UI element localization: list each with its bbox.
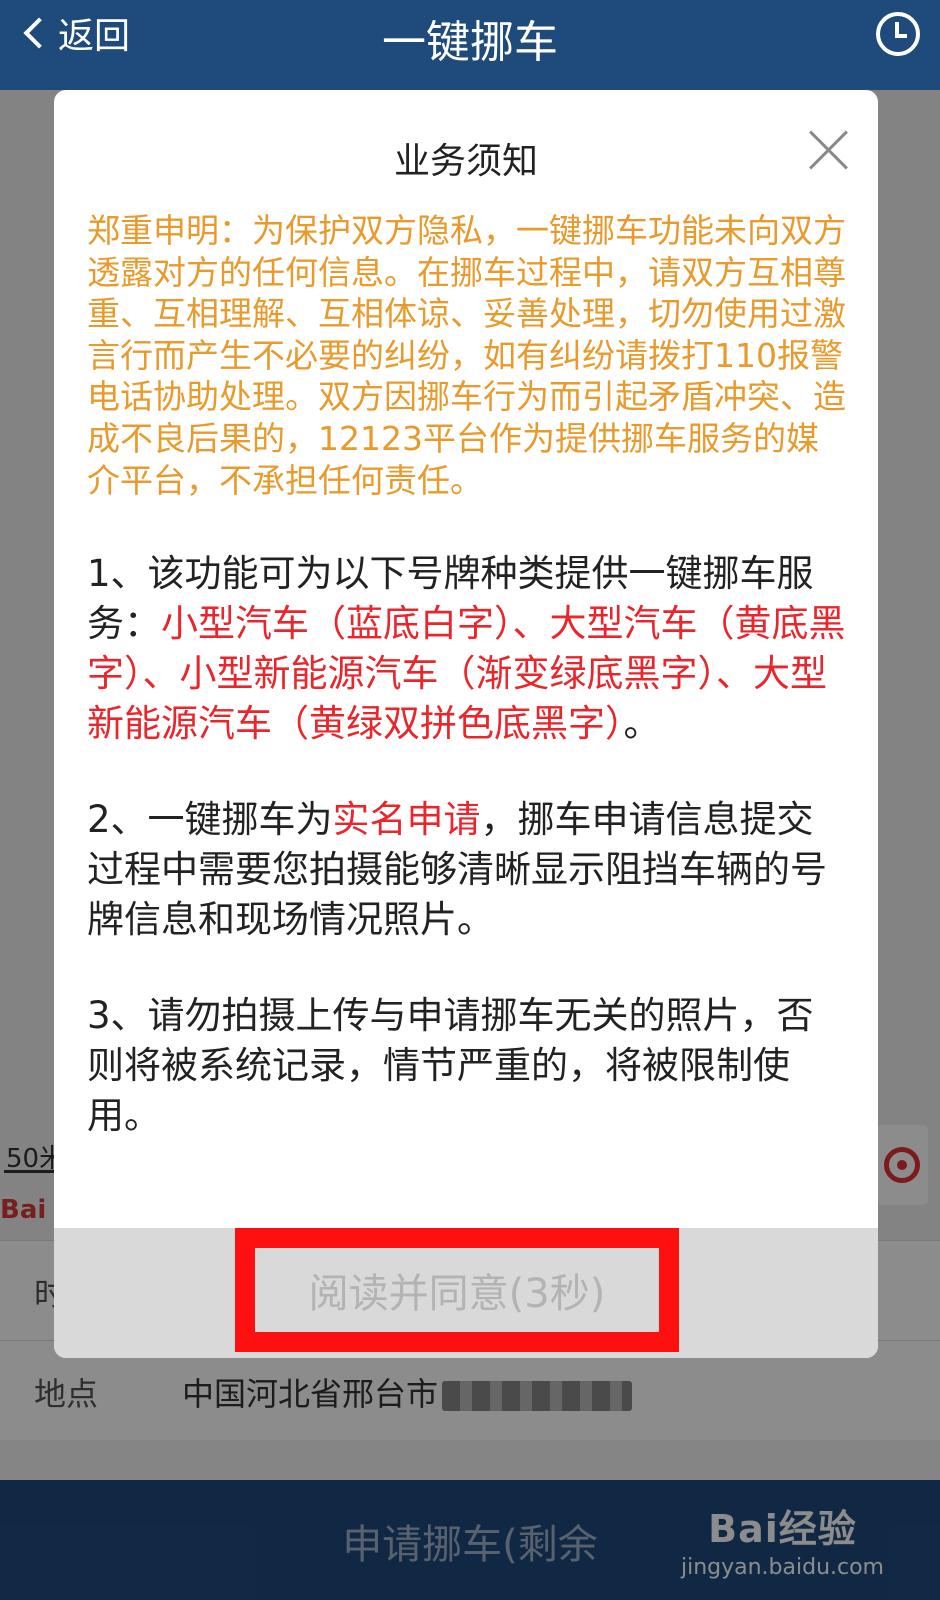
clause-1-highlight: 小型汽车（蓝底白字）、大型汽车（黄底黑字）、小型新能源汽车（渐变绿底黑字）、大型… <box>87 602 846 746</box>
read-and-agree-button[interactable]: 阅读并同意(3秒) <box>235 1228 679 1352</box>
clause-3: 3、请勿拍摄上传与申请挪车无关的照片，否则将被系统记录，情节严重的，将被限制使用… <box>87 994 814 1138</box>
page-title: 一键挪车 <box>382 17 558 68</box>
clause-1-end: 。 <box>623 702 661 746</box>
agree-label: 阅读并同意(3秒) <box>308 1271 606 1317</box>
clock-history-icon[interactable] <box>876 12 920 56</box>
dialog-body[interactable]: 郑重申明：为保护双方隐私，一键挪车功能未向双方透露对方的任何信息。在挪车过程中，… <box>87 210 847 1318</box>
agree-footer: 阅读并同意(3秒) <box>54 1228 878 1358</box>
top-nav-bar: 返回 一键挪车 <box>0 0 940 90</box>
clause-1: 1、该功能可为以下号牌种类提供一键挪车服务：小型汽车（蓝底白字）、大型汽车（黄底… <box>87 549 847 749</box>
clause-2-text: 2、一键挪车为 <box>87 798 333 842</box>
notice-dialog: 业务须知 郑重申明：为保护双方隐私，一键挪车功能未向双方透露对方的任何信息。在挪… <box>54 90 878 1358</box>
close-icon[interactable] <box>808 130 848 170</box>
dialog-title: 业务须知 <box>393 141 538 182</box>
clause-2-highlight: 实名申请 <box>332 798 481 842</box>
clause-2: 2、一键挪车为实名申请，挪车申请信息提交过程中需要您拍摄能够清晰显示阻挡车辆的号… <box>87 795 847 945</box>
disclaimer-text: 郑重申明：为保护双方隐私，一键挪车功能未向双方透露对方的任何信息。在挪车过程中，… <box>87 211 846 500</box>
